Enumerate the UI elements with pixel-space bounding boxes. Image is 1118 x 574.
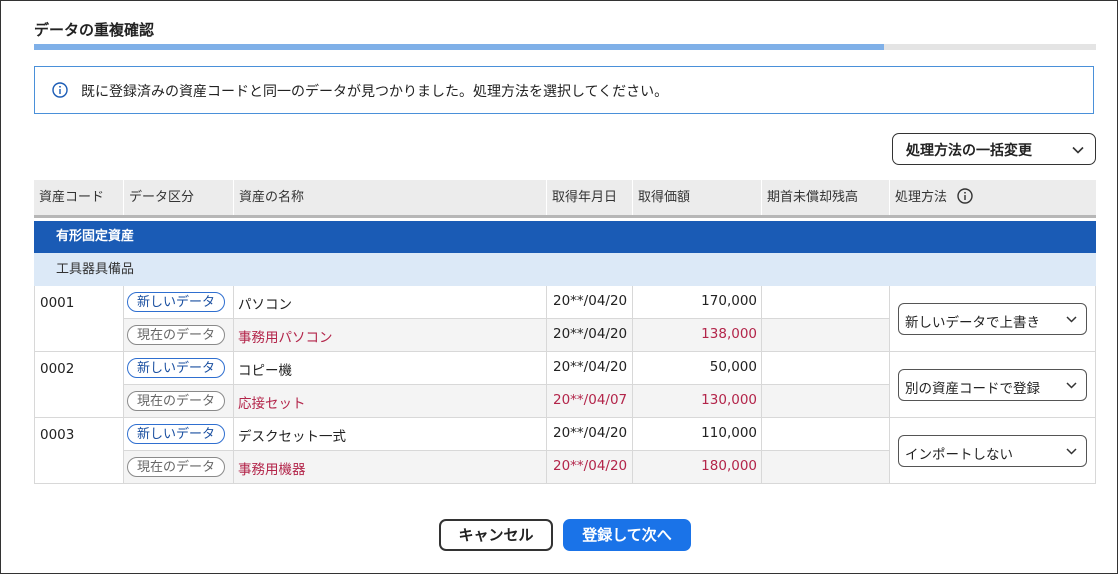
- acquisition-date-cell: 20**/04/20: [547, 319, 633, 352]
- remaining-value-cell: [762, 319, 890, 352]
- acquisition-date-cell: 20**/04/20: [547, 352, 633, 385]
- header-data-type: データ区分: [124, 180, 234, 215]
- asset-name-cell: コピー機: [234, 352, 547, 385]
- asset-code-cell: 0003: [34, 418, 124, 484]
- acquisition-price-cell: 180,000: [633, 451, 762, 484]
- info-help-icon[interactable]: [957, 188, 973, 204]
- asset-name-cell: デスクセット一式: [234, 418, 547, 451]
- asset-name-cell: 応接セット: [234, 385, 547, 418]
- remaining-value-cell: [762, 286, 890, 319]
- remaining-value-cell: [762, 385, 890, 418]
- bulk-change-label: 処理方法の一括変更: [906, 143, 1032, 159]
- data-type-cell: 新しいデータ: [124, 352, 234, 385]
- method-cell: 新しいデータで上書き: [890, 286, 1096, 352]
- category-row: 有形固定資産: [34, 221, 1096, 253]
- header-remaining-value: 期首未償却残高: [762, 180, 890, 215]
- info-message-box: 既に登録済みの資産コードと同一のデータが見つかりました。処理方法を選択してくださ…: [34, 66, 1094, 114]
- chevron-down-icon: [1066, 448, 1077, 455]
- data-type-cell: 新しいデータ: [124, 418, 234, 451]
- asset-code-cell: 0002: [34, 352, 124, 418]
- asset-name-cell: 事務用パソコン: [234, 319, 547, 352]
- chevron-down-icon: [1072, 146, 1084, 154]
- header-method-label: 処理方法: [895, 190, 948, 205]
- new-data-badge: 新しいデータ: [127, 358, 226, 378]
- asset-code-cell: 0001: [34, 286, 124, 352]
- acquisition-price-cell: 130,000: [633, 385, 762, 418]
- acquisition-price-cell: 110,000: [633, 418, 762, 451]
- current-data-badge: 現在のデータ: [127, 325, 226, 345]
- header-acquisition-date: 取得年月日: [547, 180, 633, 215]
- bulk-change-method-button[interactable]: 処理方法の一括変更: [892, 133, 1096, 165]
- chevron-down-icon: [1066, 382, 1077, 389]
- asset-name-cell: パソコン: [234, 286, 547, 319]
- acquisition-date-cell: 20**/04/20: [547, 451, 633, 484]
- acquisition-price-cell: 138,000: [633, 319, 762, 352]
- cancel-button[interactable]: キャンセル: [439, 519, 553, 551]
- register-next-button[interactable]: 登録して次へ: [563, 519, 691, 551]
- table-row-group: 0002 新しいデータ コピー機 20**/04/20 50,000 現在のデー…: [34, 352, 1096, 418]
- remaining-value-cell: [762, 352, 890, 385]
- method-select[interactable]: 別の資産コードで登録: [898, 369, 1087, 401]
- acquisition-date-cell: 20**/04/20: [547, 418, 633, 451]
- table-row-current: 現在のデータ 応接セット 20**/04/07 130,000: [124, 385, 890, 418]
- table-row-current: 現在のデータ 事務用パソコン 20**/04/20 138,000: [124, 319, 890, 352]
- info-message-text: 既に登録済みの資産コードと同一のデータが見つかりました。処理方法を選択してくださ…: [81, 84, 669, 100]
- remaining-value-cell: [762, 451, 890, 484]
- subcategory-row: 工具器具備品: [34, 253, 1096, 286]
- method-select[interactable]: 新しいデータで上書き: [898, 303, 1087, 335]
- remaining-value-cell: [762, 418, 890, 451]
- method-select[interactable]: インポートしない: [898, 435, 1087, 467]
- method-cell: インポートしない: [890, 418, 1096, 484]
- page-title: データの重複確認: [34, 21, 155, 39]
- data-type-cell: 現在のデータ: [124, 451, 234, 484]
- method-select-value: 別の資産コードで登録: [905, 381, 1040, 397]
- method-cell: 別の資産コードで登録: [890, 352, 1096, 418]
- method-select-value: 新しいデータで上書き: [905, 315, 1040, 331]
- acquisition-date-cell: 20**/04/07: [547, 385, 633, 418]
- new-data-badge: 新しいデータ: [127, 292, 226, 312]
- header-asset-code: 資産コード: [34, 180, 124, 215]
- new-data-badge: 新しいデータ: [127, 424, 226, 444]
- table-row-group: 0001 新しいデータ パソコン 20**/04/20 170,000 現在のデ…: [34, 286, 1096, 352]
- asset-name-cell: 事務用機器: [234, 451, 547, 484]
- current-data-badge: 現在のデータ: [127, 457, 226, 477]
- info-icon: [52, 82, 68, 98]
- table-row-new: 新しいデータ パソコン 20**/04/20 170,000: [124, 286, 890, 319]
- header-asset-name: 資産の名称: [234, 180, 547, 215]
- table-header: 資産コード データ区分 資産の名称 取得年月日 取得価額 期首未償却残高 処理方…: [34, 180, 1096, 218]
- acquisition-price-cell: 50,000: [633, 352, 762, 385]
- data-type-cell: 新しいデータ: [124, 286, 234, 319]
- current-data-badge: 現在のデータ: [127, 391, 226, 411]
- acquisition-price-cell: 170,000: [633, 286, 762, 319]
- data-type-cell: 現在のデータ: [124, 319, 234, 352]
- acquisition-date-cell: 20**/04/20: [547, 286, 633, 319]
- progress-fill: [34, 44, 884, 50]
- table-row-group: 0003 新しいデータ デスクセット一式 20**/04/20 110,000 …: [34, 418, 1096, 484]
- header-acquisition-price: 取得価額: [633, 180, 762, 215]
- progress-bar: [34, 44, 1096, 50]
- header-processing-method: 処理方法: [890, 180, 1096, 215]
- table-row-current: 現在のデータ 事務用機器 20**/04/20 180,000: [124, 451, 890, 484]
- table-row-new: 新しいデータ デスクセット一式 20**/04/20 110,000: [124, 418, 890, 451]
- method-select-value: インポートしない: [905, 447, 1013, 463]
- chevron-down-icon: [1066, 316, 1077, 323]
- table-row-new: 新しいデータ コピー機 20**/04/20 50,000: [124, 352, 890, 385]
- data-type-cell: 現在のデータ: [124, 385, 234, 418]
- dialog-frame: データの重複確認 既に登録済みの資産コードと同一のデータが見つかりました。処理方…: [0, 0, 1118, 574]
